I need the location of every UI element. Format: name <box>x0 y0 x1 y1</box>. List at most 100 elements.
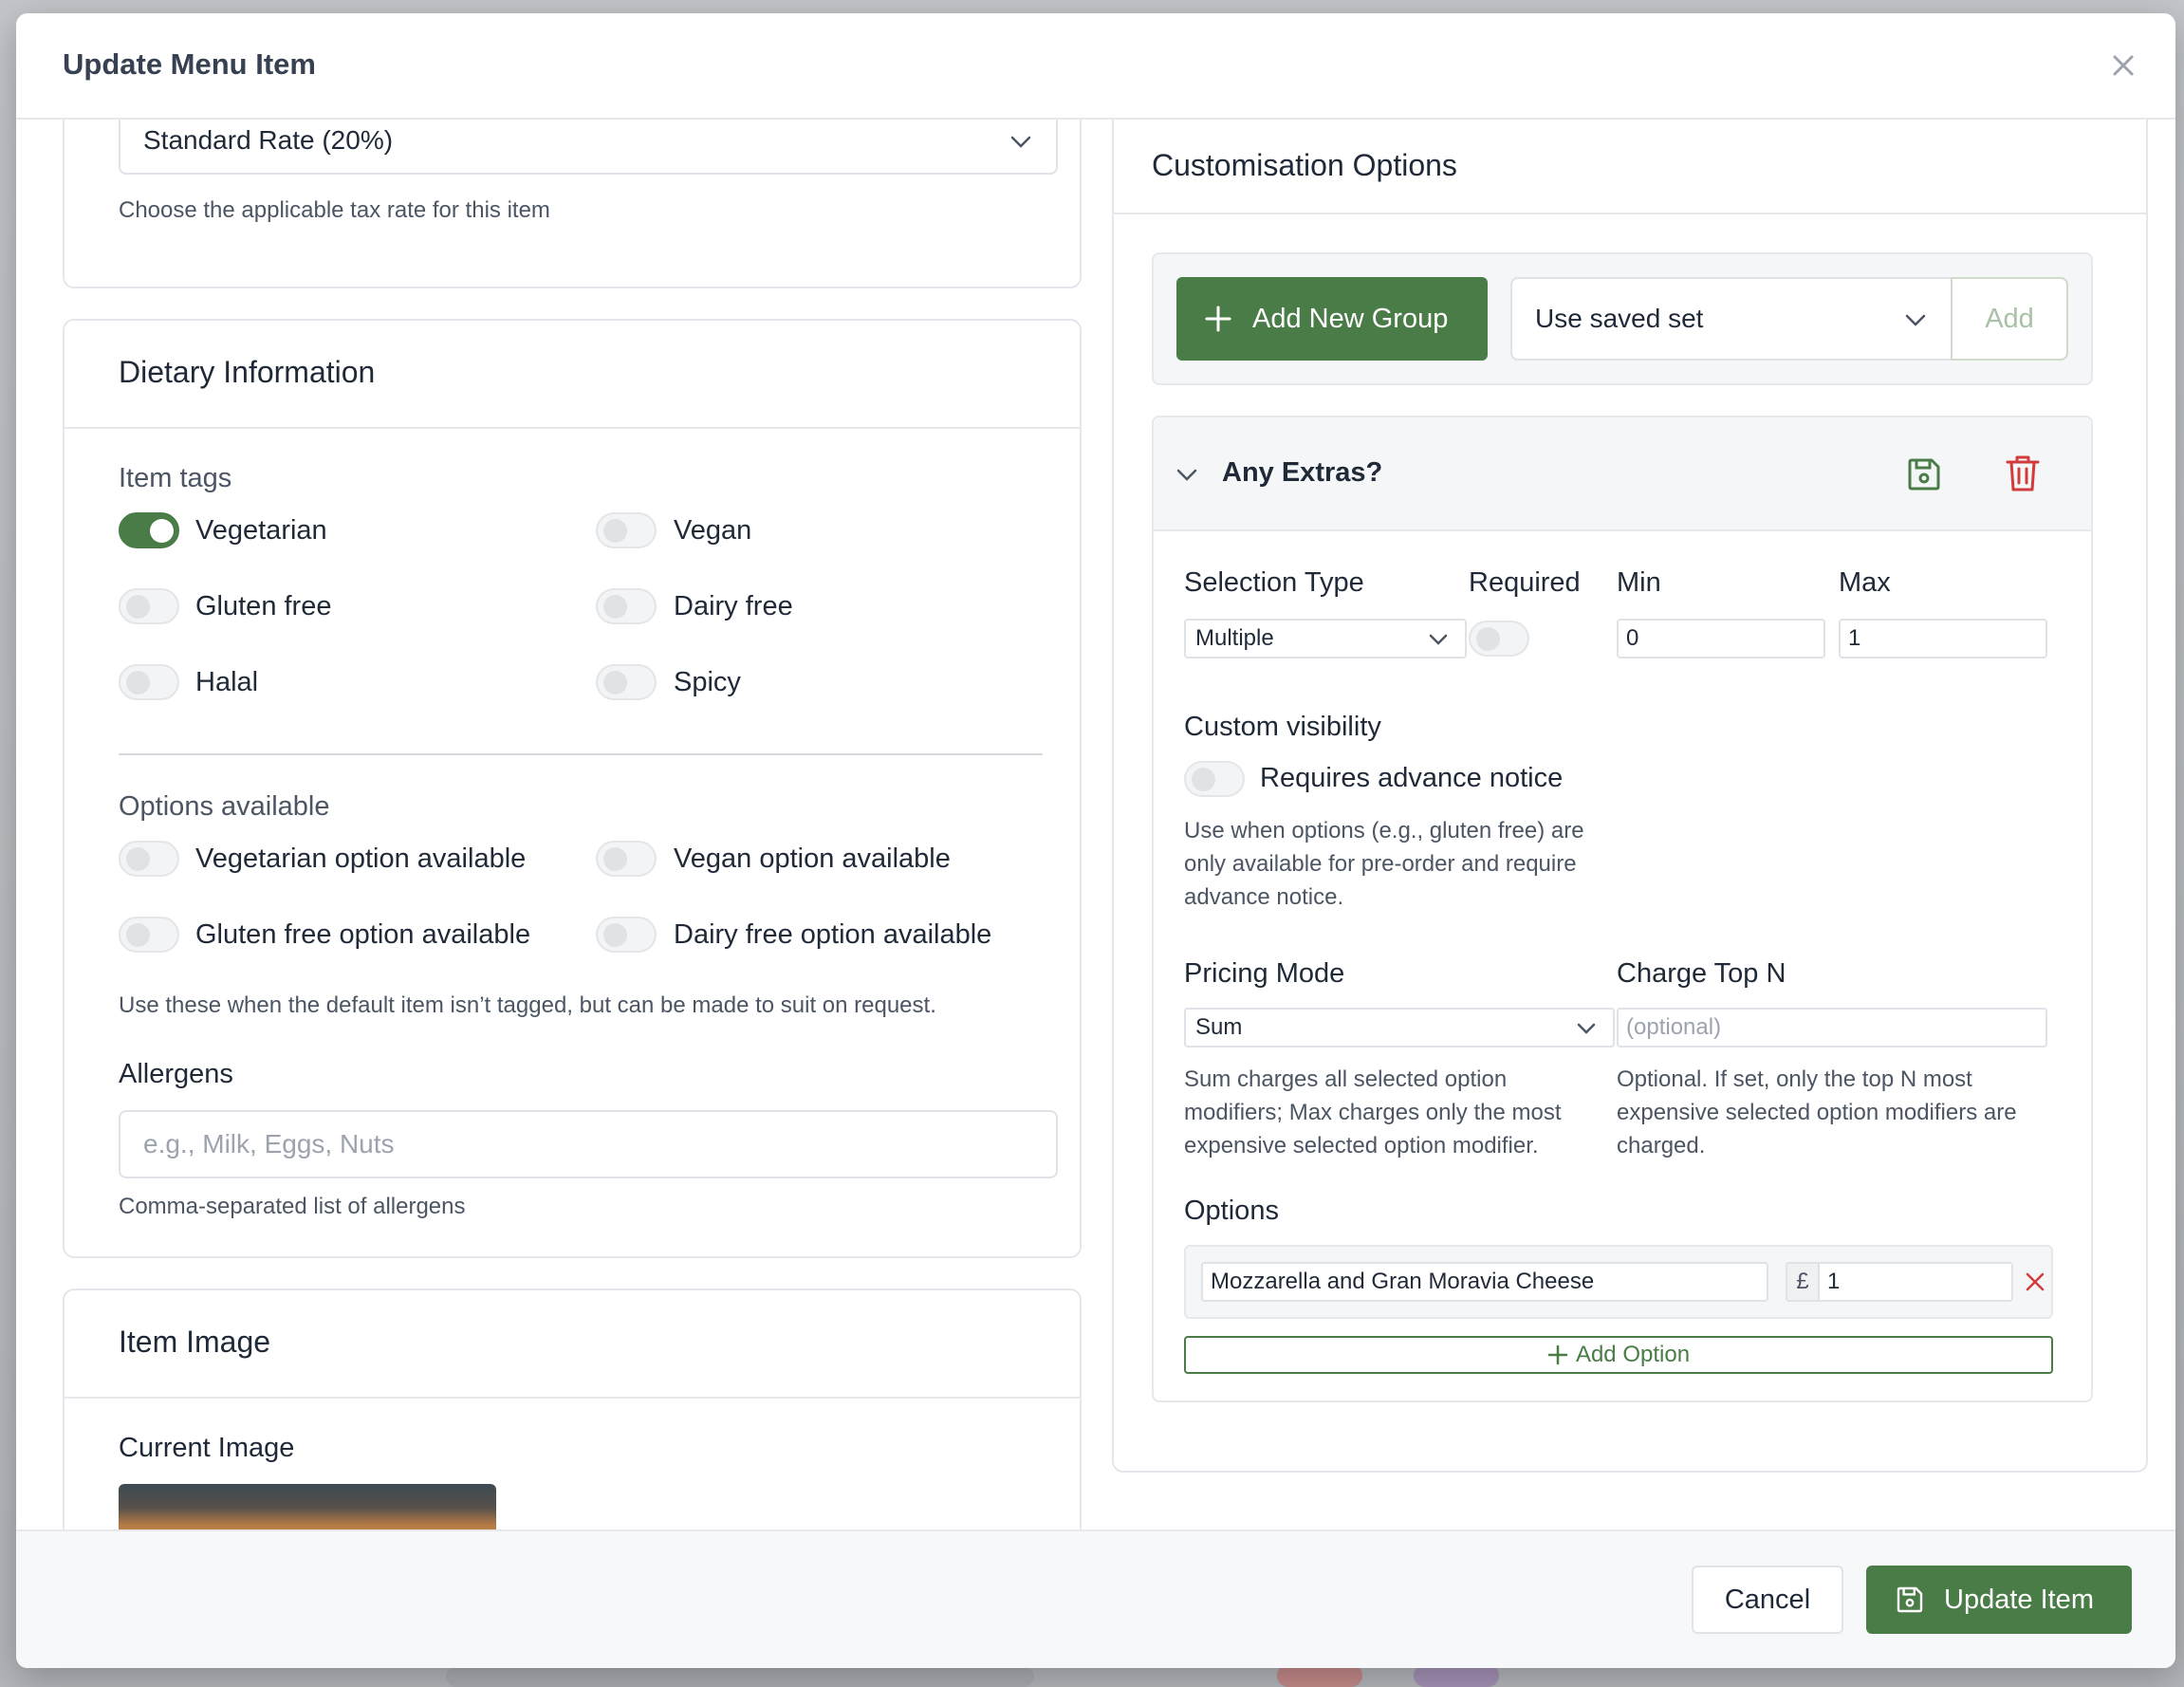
toggle-label: Halal <box>195 667 259 697</box>
advance-notice-toggle[interactable] <box>1184 761 1245 797</box>
toggle-gluten-free-option[interactable] <box>119 917 179 953</box>
current-image-label: Current Image <box>119 1433 295 1463</box>
selection-type-value: Multiple <box>1195 625 1274 651</box>
tax-rate-value: Standard Rate (20%) <box>143 125 394 155</box>
selection-type-select[interactable]: Multiple <box>1184 619 1467 658</box>
plus-icon <box>1547 1344 1568 1365</box>
remove-option-icon[interactable] <box>2025 1271 2045 1292</box>
group-toolbar: Add New Group Use saved set Add <box>1152 252 2093 385</box>
charge-top-n-input[interactable] <box>1617 1008 2047 1047</box>
tax-rate-select[interactable]: Standard Rate (20%) <box>119 120 1058 175</box>
backdrop-shape <box>446 1666 1034 1687</box>
toggle-label: Gluten free option available <box>195 919 531 950</box>
pricing-mode-hint: Sum charges all selected option modifier… <box>1184 1066 1562 1159</box>
toggle-dairy-free[interactable] <box>596 588 657 624</box>
required-label: Required <box>1469 567 1581 598</box>
add-saved-set-button[interactable]: Add <box>1951 277 2068 361</box>
toggle-spicy[interactable] <box>596 664 657 700</box>
add-option-label: Add Option <box>1575 1342 1691 1367</box>
custom-visibility-label: Custom visibility <box>1184 712 1381 742</box>
saved-set-select[interactable]: Use saved set <box>1510 277 1953 361</box>
item-image-title: Item Image <box>119 1325 271 1359</box>
chevron-down-icon <box>1010 125 1031 156</box>
chevron-down-icon <box>1905 304 1926 334</box>
toggle-vegetarian[interactable] <box>119 512 179 548</box>
divider <box>65 427 1080 429</box>
toggle-label: Dairy free <box>674 591 793 621</box>
divider <box>119 753 1043 755</box>
advance-notice-label: Requires advance notice <box>1260 763 1564 793</box>
toggle-dairy-free-option[interactable] <box>596 917 657 953</box>
cancel-button[interactable]: Cancel <box>1692 1566 1843 1634</box>
modal-body[interactable]: Standard Rate (20%) Choose the applicabl… <box>16 120 2175 1529</box>
add-new-group-label: Add New Group <box>1252 303 1449 334</box>
divider <box>1114 213 2146 214</box>
dietary-card: Dietary Information Item tags Vegetarian… <box>63 319 1082 1258</box>
pricing-mode-value: Sum <box>1195 1014 1243 1040</box>
selection-type-label: Selection Type <box>1184 567 1364 598</box>
add-new-group-button[interactable]: Add New Group <box>1176 277 1488 361</box>
toggle-vegan-option[interactable] <box>596 841 657 877</box>
allergens-hint: Comma-separated list of allergens <box>119 1194 466 1219</box>
min-label: Min <box>1617 567 1661 598</box>
toggle-label: Spicy <box>674 667 741 697</box>
update-item-label: Update Item <box>1944 1584 2094 1615</box>
add-option-button[interactable]: Add Option <box>1184 1336 2053 1374</box>
max-input[interactable] <box>1839 619 2047 658</box>
toggle-vegan[interactable] <box>596 512 657 548</box>
customisation-title: Customisation Options <box>1152 148 1457 182</box>
option-row: £ <box>1184 1245 2053 1319</box>
toggle-label: Vegan <box>674 515 752 546</box>
modal-footer: Cancel Update Item <box>16 1529 2175 1668</box>
dietary-title: Dietary Information <box>119 355 376 389</box>
min-input[interactable] <box>1617 619 1825 658</box>
toggle-gluten-free[interactable] <box>119 588 179 624</box>
toggle-label: Gluten free <box>195 591 332 621</box>
tax-card: Standard Rate (20%) Choose the applicabl… <box>63 120 1082 288</box>
chevron-down-icon <box>1577 1014 1596 1041</box>
save-icon <box>1897 1586 1923 1613</box>
options-available-label: Options available <box>119 791 330 822</box>
required-toggle[interactable] <box>1469 621 1529 657</box>
toggle-vegetarian-option[interactable] <box>119 841 179 877</box>
divider <box>65 1397 1080 1399</box>
option-group: Any Extras? Selection Type Required Min <box>1152 416 2093 1402</box>
customisation-card: Customisation Options Add New Group Use … <box>1112 120 2148 1473</box>
advance-notice-hint: Use when options (e.g., gluten free) are… <box>1184 818 1584 910</box>
options-label: Options <box>1184 1196 1279 1226</box>
option-price-input[interactable] <box>1818 1262 2013 1302</box>
max-label: Max <box>1839 567 1891 598</box>
allergens-label: Allergens <box>119 1059 233 1089</box>
toggle-label: Dairy free option available <box>674 919 992 950</box>
current-item-image <box>119 1484 496 1529</box>
update-menu-item-modal: Update Menu Item Standard Rate (20%) Cho… <box>16 13 2175 1668</box>
close-icon[interactable] <box>2107 49 2139 82</box>
item-tags-label: Item tags <box>119 463 232 493</box>
plus-icon <box>1205 306 1231 332</box>
option-name-input[interactable] <box>1201 1262 1768 1302</box>
chevron-down-icon[interactable] <box>1176 469 1197 482</box>
chevron-down-icon <box>1429 625 1448 652</box>
pricing-mode-select[interactable]: Sum <box>1184 1008 1615 1047</box>
tax-rate-hint: Choose the applicable tax rate for this … <box>119 197 550 223</box>
pricing-mode-label: Pricing Mode <box>1184 958 1345 989</box>
add-saved-set-label: Add <box>1985 303 2034 334</box>
saved-set-value: Use saved set <box>1535 304 1704 333</box>
cancel-label: Cancel <box>1724 1584 1811 1615</box>
modal-title: Update Menu Item <box>63 47 316 81</box>
charge-top-n-label: Charge Top N <box>1617 958 1786 989</box>
toggle-halal[interactable] <box>119 664 179 700</box>
toggle-label: Vegetarian <box>195 515 327 546</box>
save-icon[interactable] <box>1905 455 1943 493</box>
update-item-button[interactable]: Update Item <box>1866 1566 2132 1634</box>
toggle-label: Vegan option available <box>674 844 951 874</box>
option-group-header[interactable]: Any Extras? <box>1154 417 2091 531</box>
option-group-name: Any Extras? <box>1222 457 1383 488</box>
options-available-hint: Use these when the default item isn’t ta… <box>119 992 936 1018</box>
currency-prefix: £ <box>1786 1262 1818 1302</box>
toggle-label: Vegetarian option available <box>195 844 527 874</box>
trash-icon[interactable] <box>2004 454 2042 493</box>
modal-header: Update Menu Item <box>16 13 2175 120</box>
charge-top-n-hint: Optional. If set, only the top N most ex… <box>1617 1066 2017 1159</box>
allergens-input[interactable] <box>119 1110 1058 1178</box>
